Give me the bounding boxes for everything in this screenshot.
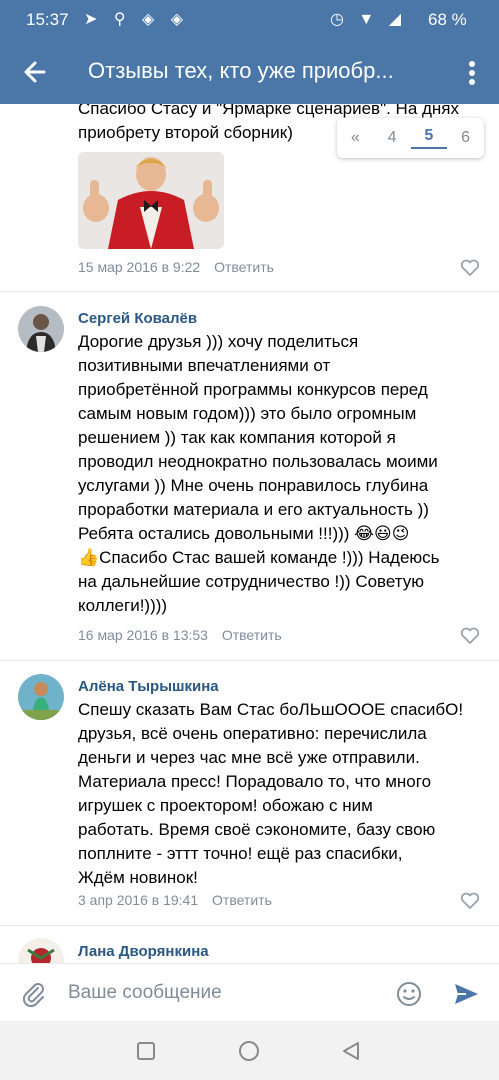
pagination: « 4 5 6 — [337, 118, 484, 158]
comment-3-meta: 3 апр 2016 в 19:41 Ответить — [78, 892, 272, 908]
app-header: 15:37 ➤ ⚲ ◈ ◈ ◷ ▼ ◢ 68 % Отзывы тех, кто… — [0, 0, 499, 104]
like-heart-icon[interactable] — [460, 259, 480, 277]
author-name[interactable]: Сергей Ковалёв — [78, 310, 197, 327]
message-input[interactable]: Ваше сообщение — [68, 982, 222, 1004]
comment-1-photo[interactable] — [78, 152, 224, 249]
system-navigation-bar — [0, 1021, 499, 1080]
divider — [0, 925, 499, 926]
attach-icon[interactable] — [20, 980, 48, 1008]
system-icons: ◷ ▼ ◢ — [330, 11, 406, 28]
like-heart-icon[interactable] — [460, 892, 480, 910]
reply-link[interactable]: Ответить — [214, 259, 274, 275]
avatar-sergey[interactable] — [18, 306, 64, 352]
back-arrow-icon[interactable] — [18, 54, 54, 90]
like-heart-icon[interactable] — [460, 627, 480, 645]
notification-icons: ➤ ⚲ ◈ ◈ — [84, 11, 190, 28]
author-name[interactable]: Алёна Тырышкина — [78, 678, 219, 695]
comment-3-text: Спешу сказать Вам Стас боЛЬшОООЕ спасибО… — [78, 700, 464, 887]
comment-date: 3 апр 2016 в 19:41 — [78, 892, 199, 908]
divider — [0, 660, 499, 661]
comment-date: 15 мар 2016 в 9:22 — [78, 259, 201, 275]
more-vert-icon[interactable] — [460, 56, 484, 90]
reply-link[interactable]: Ответить — [212, 892, 272, 908]
recents-square-icon[interactable] — [136, 1041, 156, 1061]
status-bar: 15:37 ➤ ⚲ ◈ ◈ ◷ ▼ ◢ 68 % — [0, 0, 499, 38]
comment-2-meta: 16 мар 2016 в 13:53 Ответить — [78, 627, 282, 643]
status-time: 15:37 — [26, 10, 69, 29]
pager-page-4[interactable]: 4 — [374, 129, 411, 147]
message-composer: Ваше сообщение — [0, 963, 499, 1021]
battery-level: 68 % — [428, 10, 467, 29]
comment-2-text: Дорогие друзья ))) хочу поделиться позит… — [78, 332, 440, 615]
screen: 15:37 ➤ ⚲ ◈ ◈ ◷ ▼ ◢ 68 % Отзывы тех, кто… — [0, 0, 499, 1080]
back-triangle-icon[interactable] — [340, 1040, 362, 1062]
emoji-icon[interactable] — [395, 980, 423, 1008]
avatar-alena[interactable] — [18, 674, 64, 720]
pager-prev[interactable]: « — [337, 129, 374, 147]
divider — [0, 291, 499, 292]
pager-page-5[interactable]: 5 — [410, 127, 448, 149]
comment-date: 16 мар 2016 в 13:53 — [78, 627, 208, 643]
send-icon[interactable] — [452, 980, 480, 1008]
page-title: Отзывы тех, кто уже приобр... — [88, 58, 394, 83]
comment-1-meta: 15 мар 2016 в 9:22 Ответить — [78, 259, 274, 275]
reply-link[interactable]: Ответить — [222, 627, 282, 643]
author-name[interactable]: Лана Дворянкина — [78, 943, 209, 960]
pager-page-6[interactable]: 6 — [447, 129, 484, 147]
home-circle-icon[interactable] — [238, 1040, 260, 1062]
